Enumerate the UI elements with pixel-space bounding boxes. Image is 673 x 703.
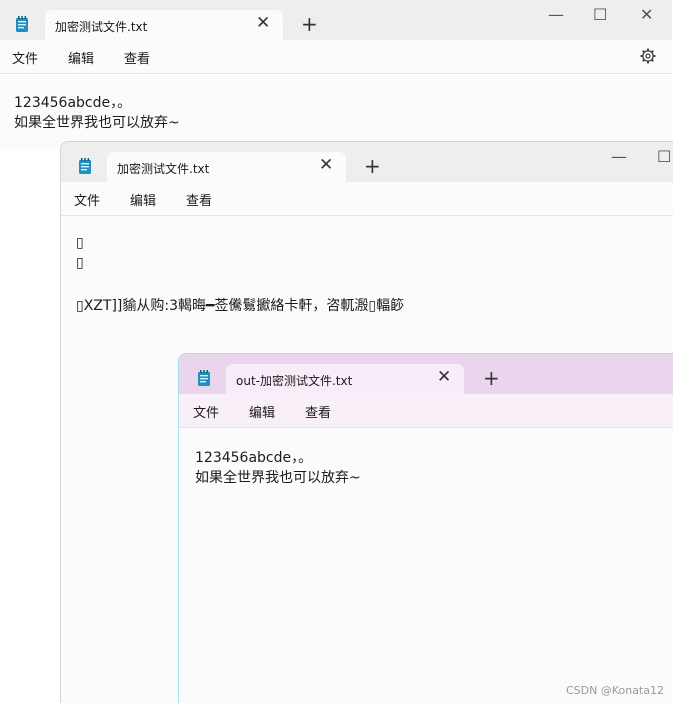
- menu-bar: 文件 编辑 查看: [0, 40, 672, 74]
- text-line: 123456abcde，。: [195, 450, 313, 466]
- tab-active[interactable]: 加密测试文件.txt ✕: [79, 152, 346, 182]
- menu-bar: 文件 编辑 查看: [179, 394, 673, 428]
- title-bar[interactable]: out-加密测试文件.txt ✕ +: [179, 354, 673, 394]
- menu-file[interactable]: 文件: [74, 190, 100, 209]
- menu-view[interactable]: 查看: [186, 190, 212, 209]
- tab-title: 加密测试文件.txt: [55, 20, 148, 34]
- minimize-button[interactable]: —: [611, 144, 627, 170]
- title-bar[interactable]: 加密测试文件.txt ✕ + — ☐: [61, 142, 673, 182]
- text-line: 123456abcde，。: [14, 95, 132, 111]
- text-line: ▯: [76, 235, 84, 251]
- menu-edit[interactable]: 编辑: [249, 402, 275, 421]
- text-editor[interactable]: 123456abcde，。 如果全世界我也可以放弃~: [0, 74, 672, 150]
- menu-view[interactable]: 查看: [124, 48, 150, 67]
- menu-edit[interactable]: 编辑: [130, 190, 156, 209]
- menu-file[interactable]: 文件: [193, 402, 219, 421]
- tab-title: out-加密测试文件.txt: [236, 374, 353, 388]
- close-button[interactable]: ✕: [640, 2, 653, 28]
- tab-close-icon[interactable]: ✕: [256, 13, 270, 33]
- menu-view[interactable]: 查看: [305, 402, 331, 421]
- notepad-window-1: 加密测试文件.txt ✕ + — ☐ ✕ 文件 编辑 查看 123456abcd…: [0, 0, 672, 150]
- text-editor[interactable]: 123456abcde，。 如果全世界我也可以放弃~: [179, 428, 673, 703]
- tab-close-icon[interactable]: ✕: [319, 155, 333, 175]
- maximize-button[interactable]: ☐: [593, 2, 607, 28]
- text-line: 如果全世界我也可以放弃~: [195, 470, 361, 486]
- maximize-button[interactable]: ☐: [657, 144, 671, 170]
- notepad-icon: [16, 16, 28, 32]
- text-line: 如果全世界我也可以放弃~: [14, 115, 180, 131]
- new-tab-button[interactable]: +: [364, 154, 381, 178]
- tab-title: 加密测试文件.txt: [117, 162, 210, 176]
- minimize-button[interactable]: —: [548, 2, 564, 28]
- notepad-icon: [198, 370, 210, 386]
- new-tab-button[interactable]: +: [301, 12, 318, 36]
- tab-active[interactable]: 加密测试文件.txt ✕: [16, 10, 283, 40]
- menu-bar: 文件 编辑 查看: [61, 182, 673, 216]
- new-tab-button[interactable]: +: [483, 366, 500, 390]
- menu-file[interactable]: 文件: [12, 48, 38, 67]
- tab-close-icon[interactable]: ✕: [437, 367, 451, 387]
- watermark: CSDN @Konata12: [565, 684, 664, 697]
- text-line: ▯: [76, 255, 84, 271]
- notepad-icon: [79, 158, 91, 174]
- gear-icon[interactable]: [640, 48, 656, 64]
- tab-active[interactable]: out-加密测试文件.txt ✕: [198, 364, 464, 394]
- menu-edit[interactable]: 编辑: [68, 48, 94, 67]
- title-bar[interactable]: 加密测试文件.txt ✕ + — ☐ ✕: [0, 0, 672, 40]
- notepad-window-3: out-加密测试文件.txt ✕ + 文件 编辑 查看 123456abcde，…: [178, 353, 673, 703]
- text-line: ▯XZT]]貐从购:3輵晦━莶儯鬄擨絡卡軒，咨軏溵▯輻篎: [76, 298, 405, 314]
